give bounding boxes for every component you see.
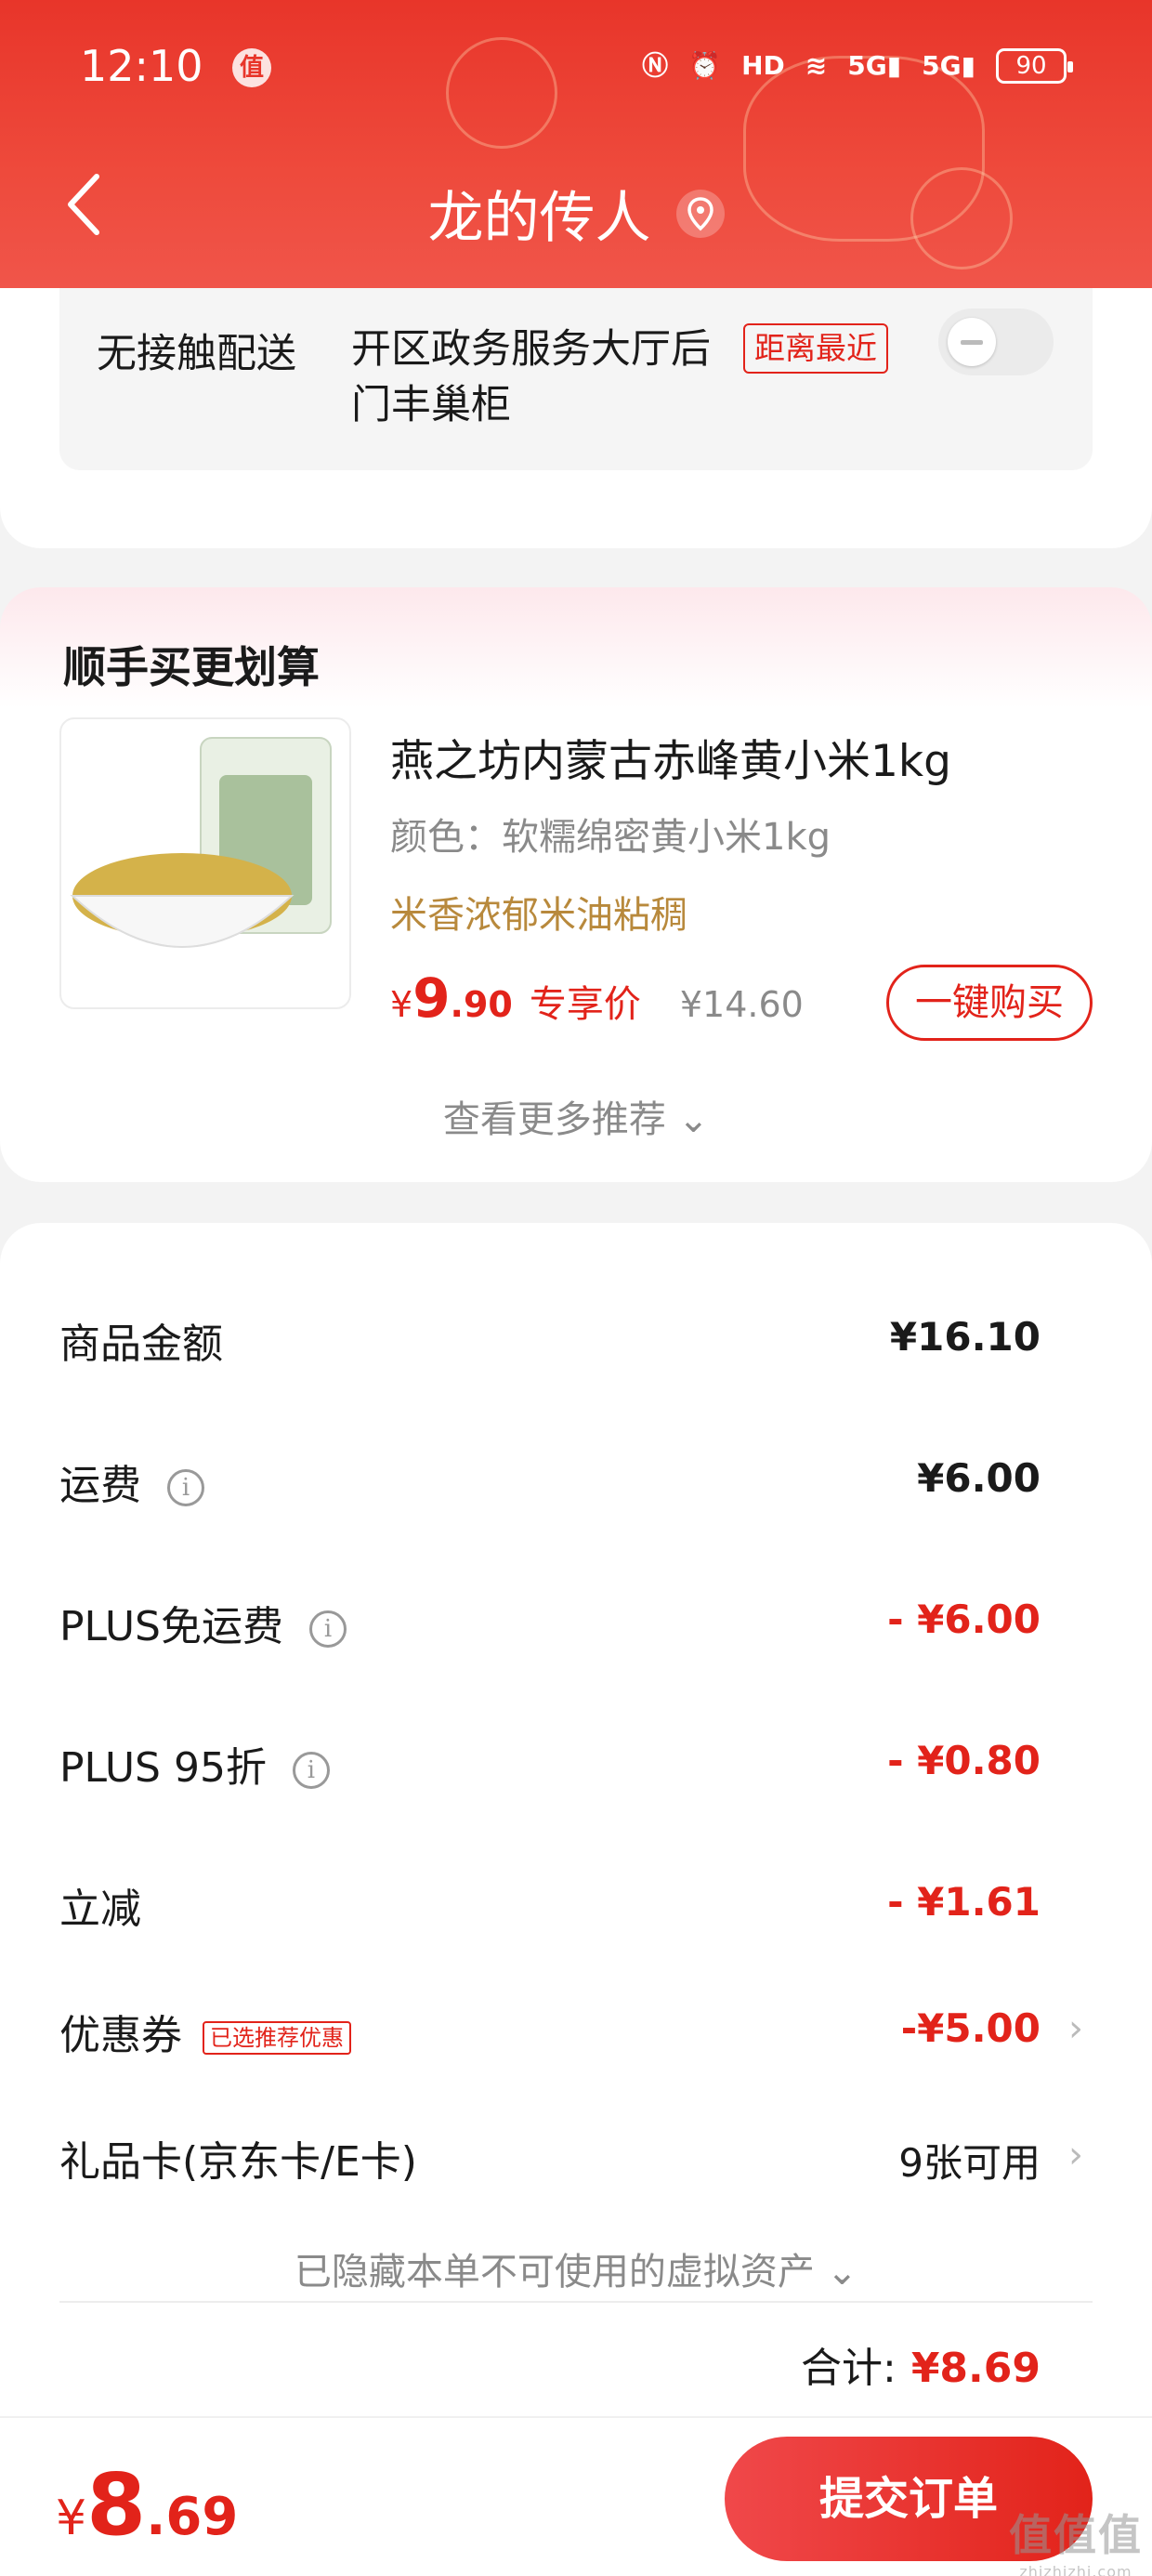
chevron-right-icon: ›: [1068, 2007, 1083, 2050]
row-value: - ¥1.61: [887, 1879, 1041, 1925]
hidden-assets-link[interactable]: 已隐藏本单不可使用的虚拟资产 ⌄: [0, 2241, 1152, 2295]
firework-decoration: [446, 37, 557, 149]
status-time: 12:10: [80, 41, 203, 91]
row-label-text: PLUS 95折: [59, 1744, 267, 1792]
row-value: ¥16.10: [889, 1314, 1041, 1360]
row-value: - ¥6.00: [887, 1597, 1041, 1642]
delivery-type: 无接触配送: [97, 331, 296, 377]
bottom-price: ¥8.69: [56, 2455, 238, 2555]
summary-row-shipping: 运费 i ¥6.00: [59, 1439, 1093, 1522]
row-label: 运费 i: [59, 1452, 204, 1511]
info-icon[interactable]: i: [309, 1610, 347, 1648]
one-click-buy-button[interactable]: 一键购买: [886, 965, 1093, 1041]
total-value: ¥8.69: [910, 2345, 1041, 2392]
watermark-text: 值值值: [1009, 2510, 1143, 2560]
product-image[interactable]: [59, 717, 351, 1009]
row-label-text: 运费: [59, 1462, 141, 1509]
price-decimal: .69: [146, 2487, 239, 2547]
status-icons: Ⓝ ⏰ HD ≋ 5G▮ 5G▮ 90: [642, 48, 1073, 84]
network-label: 5G: [922, 50, 962, 81]
alarm-icon: ⏰: [688, 50, 722, 81]
location-icon[interactable]: [675, 189, 725, 238]
toggle-knob: [948, 318, 996, 366]
delivery-option[interactable]: 无接触配送 开区政务服务大厅后门丰巢柜 距离最近: [59, 288, 1093, 470]
bottom-bar: ¥8.69 提交订单 值值值 zhizhizhi.com: [0, 2416, 1152, 2576]
total-label: 合计:: [800, 2345, 897, 2392]
divider: [59, 2301, 1093, 2303]
signal-icon: 5G▮: [922, 50, 975, 81]
chevron-down-icon: ⌄: [677, 1098, 710, 1141]
price-integer: 9: [412, 966, 451, 1030]
delivery-card: 无接触配送 开区政务服务大厅后门丰巢柜 距离最近: [0, 288, 1152, 548]
price-integer: 8: [86, 2455, 147, 2555]
summary-row-gift-card[interactable]: 礼品卡(京东卡/E卡) 9张可用 ›: [59, 2115, 1093, 2199]
chevron-right-icon: ›: [1068, 2134, 1083, 2176]
row-label: 立减: [59, 1886, 141, 1933]
row-value: - ¥0.80: [887, 1738, 1041, 1783]
chevron-down-icon: ⌄: [826, 2251, 858, 2293]
recommend-card: 顺手买更划算 燕之坊内蒙古赤峰黄小米1kg 颜色：软糯绵密黄小米1kg 米香浓郁…: [0, 587, 1152, 1182]
nfc-icon: Ⓝ: [642, 50, 669, 81]
row-value: -¥5.00: [900, 2005, 1041, 2051]
page-title: 龙的传人: [427, 186, 651, 251]
row-label: PLUS免运费 i: [59, 1593, 347, 1652]
summary-row-instant-discount: 立减 - ¥1.61: [59, 1862, 1093, 1946]
row-label: PLUS 95折 i: [59, 1734, 330, 1794]
wifi-icon: ≋: [805, 50, 828, 81]
contactless-toggle[interactable]: [938, 309, 1054, 375]
title-wrap: 龙的传人: [0, 173, 1152, 254]
info-icon[interactable]: i: [292, 1752, 330, 1789]
price-decimal: .90: [450, 984, 513, 1025]
header: 12:10 值 Ⓝ ⏰ HD ≋ 5G▮ 5G▮ 90 龙的传人: [0, 0, 1152, 288]
hidden-assets-label: 已隐藏本单不可使用的虚拟资产: [294, 2251, 815, 2293]
row-value: 9张可用: [898, 2140, 1041, 2186]
row-label-text: 优惠券: [59, 2012, 182, 2059]
product-tagline: 米香浓郁米油粘稠: [390, 894, 687, 937]
price-row: ¥9.90 专享价 ¥14.60: [390, 966, 804, 1032]
price-symbol: ¥: [56, 2491, 87, 2546]
more-recommend-label: 查看更多推荐: [442, 1098, 666, 1141]
original-price: ¥14.60: [679, 984, 804, 1025]
watermark: 值值值 zhizhizhi.com: [1009, 2502, 1143, 2576]
price-symbol: ¥: [390, 984, 413, 1025]
app-badge-icon: 值: [232, 48, 271, 87]
row-label: 礼品卡(京东卡/E卡): [59, 2138, 417, 2186]
row-label: 优惠券 已选推荐优惠: [59, 2002, 351, 2061]
summary-row-goods: 商品金额 ¥16.10: [59, 1297, 1093, 1381]
delivery-address: 开区政务服务大厅后门丰巢柜: [351, 326, 711, 428]
product-color: 颜色：软糯绵密黄小米1kg: [390, 816, 831, 859]
price-label: 专享价: [529, 983, 641, 1026]
coupon-tag: 已选推荐优惠: [203, 2021, 351, 2055]
row-label: 商品金额: [59, 1321, 223, 1368]
summary-row-coupon[interactable]: 优惠券 已选推荐优惠 -¥5.00 ›: [59, 1989, 1093, 2072]
order-page: 12:10 值 Ⓝ ⏰ HD ≋ 5G▮ 5G▮ 90 龙的传人 无接触配送 开…: [0, 0, 1152, 2576]
row-value: ¥6.00: [917, 1455, 1041, 1501]
row-label-text: PLUS免运费: [59, 1603, 283, 1650]
distance-badge: 距离最近: [743, 323, 888, 374]
section-title: 顺手买更划算: [63, 642, 320, 692]
watermark-sub: zhizhizhi.com: [1019, 2563, 1132, 2576]
info-icon[interactable]: i: [167, 1469, 204, 1506]
hd-icon: HD: [741, 50, 785, 81]
summary-row-plus-shipping: PLUS免运费 i - ¥6.00: [59, 1580, 1093, 1663]
total-row: 合计: ¥8.69: [801, 2334, 1041, 2394]
product-name[interactable]: 燕之坊内蒙古赤峰黄小米1kg: [390, 725, 951, 789]
summary-row-plus-discount: PLUS 95折 i - ¥0.80: [59, 1721, 1093, 1805]
signal-icon: 5G▮: [847, 50, 902, 81]
network-label: 5G: [847, 50, 887, 81]
more-recommend-link[interactable]: 查看更多推荐 ⌄: [0, 1089, 1152, 1143]
bowl-shape: [70, 895, 295, 948]
battery-icon: 90: [996, 48, 1073, 84]
